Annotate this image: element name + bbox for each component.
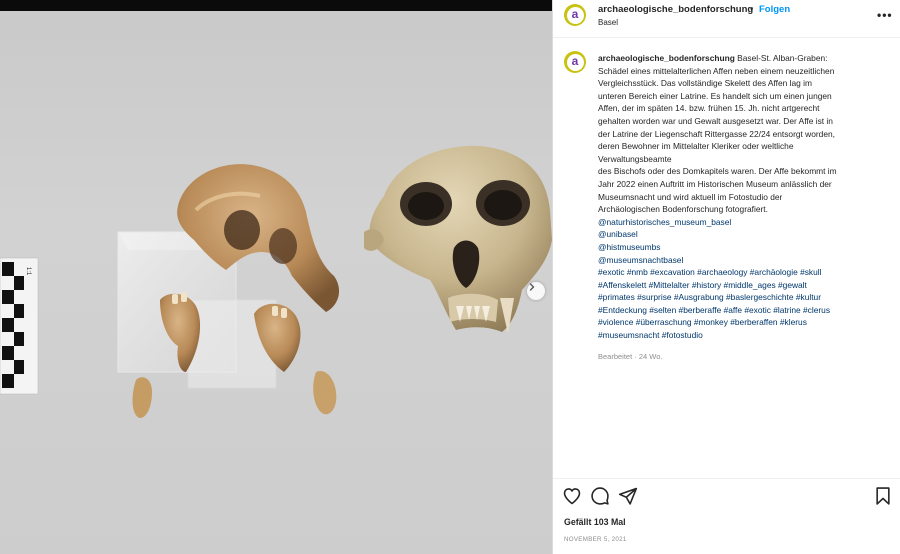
share-icon[interactable] <box>618 486 638 506</box>
separator-dot: • <box>750 4 754 15</box>
follow-button[interactable]: Folgen <box>759 4 790 15</box>
mention-link[interactable]: @naturhistorisches_museum_basel <box>598 216 888 229</box>
chevron-right-icon <box>529 283 535 291</box>
edited-timestamp: Bearbeitet · 24 Wo. <box>598 351 663 361</box>
hashtag-line[interactable]: #museumsnacht #fotostudio <box>598 329 888 342</box>
caption-line: Affen, der im späten 14. bzw. frühen 15.… <box>598 103 820 114</box>
mention-link[interactable]: @unibasel <box>598 228 888 241</box>
caption-username[interactable]: archaeologische_bodenforschung <box>598 53 735 63</box>
scale-bar <box>0 257 39 395</box>
caption-line: Verwaltungsbeamte <box>598 153 672 164</box>
mention-link[interactable]: @histmuseumbs <box>598 241 888 254</box>
more-icon[interactable]: ••• <box>877 8 893 22</box>
caption-line: deren Bewohner im Mittelalter Kleriker o… <box>598 141 794 152</box>
post-date: NOVEMBER 5, 2021 <box>564 536 627 543</box>
heart-icon[interactable] <box>562 486 582 506</box>
post-header: a archaeologische_bodenforschung • Folge… <box>553 0 900 38</box>
actions-divider <box>553 478 900 479</box>
skull-photo-illustration: 1:1 <box>0 145 552 418</box>
post-caption: archaeologische_bodenforschung Basel-St.… <box>598 52 888 363</box>
caption-avatar-letter: a <box>566 53 584 71</box>
caption-line: Schädel eines mittelalterlichen Affen ne… <box>598 65 835 76</box>
scale-bar-label: 1:1 <box>25 267 31 276</box>
hashtag-line[interactable]: #primates #surprise #Ausgrabung #baslerg… <box>598 291 888 304</box>
caption-line: des Bischofs oder des Domkapitels waren.… <box>598 166 837 177</box>
caption-first-text: Basel-St. Alban-Graben: <box>737 53 828 63</box>
avatar-letter: a <box>566 6 584 24</box>
hashtag-line[interactable]: #exotic #nmb #excavation #archaeology #a… <box>598 266 888 279</box>
caption-line: Jahr 2022 einen Auftritt im Historischen… <box>598 178 832 189</box>
hashtag-line[interactable]: #Entdeckung #selten #berberaffe #affe #e… <box>598 304 888 317</box>
caption-line: der Latrine der Liegenschaft Rittergasse… <box>598 128 835 139</box>
location-link[interactable]: Basel <box>598 18 618 27</box>
avatar[interactable]: a <box>564 4 586 26</box>
post-photo[interactable]: 1:1 <box>0 0 552 554</box>
hashtag-line[interactable]: #violence #überraschung #monkey #berbera… <box>598 316 888 329</box>
post-side-panel: a archaeologische_bodenforschung • Folge… <box>552 0 900 554</box>
caption-line: gehalten worden war und Gewalt ausgesetz… <box>598 115 833 126</box>
mention-link[interactable]: @museumsnachtbasel <box>598 254 888 267</box>
hashtag-line[interactable]: #Affenskelett #Mittelalter #history #mid… <box>598 279 888 292</box>
modern-skull <box>364 145 552 334</box>
bookmark-icon[interactable] <box>873 486 893 506</box>
next-photo-button[interactable] <box>527 282 545 300</box>
caption-line: Museumsnacht und wird aktuell im Fotostu… <box>598 191 783 202</box>
comment-icon[interactable] <box>590 486 610 506</box>
caption-line: unteren Bereich einer Latrine. Es handel… <box>598 90 832 101</box>
caption-first-line: archaeologische_bodenforschung Basel-St.… <box>598 52 888 65</box>
caption-line: Vergleichsstück. Das vollständige Skelet… <box>598 78 812 89</box>
likes-count[interactable]: Gefällt 103 Mal <box>564 517 626 527</box>
caption-avatar[interactable]: a <box>564 51 586 73</box>
caption-line: Archäologischen Bodenforschung fotografi… <box>598 204 768 215</box>
username-link[interactable]: archaeologische_bodenforschung <box>598 4 753 15</box>
